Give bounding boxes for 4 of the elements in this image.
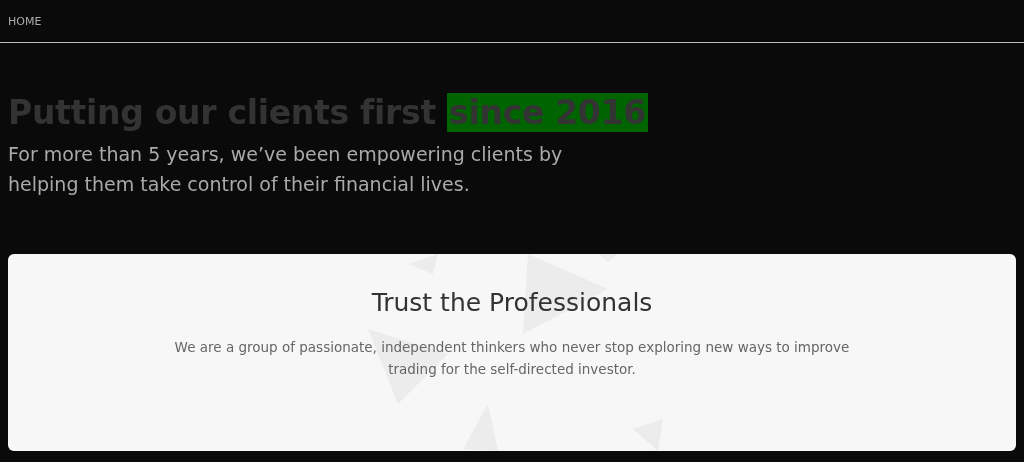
hero-text: For more than 5 years, we’ve been empowering clients by helping them take control of their financial lives.: [8, 142, 564, 197]
home-link[interactable]: HOME: [8, 15, 42, 28]
card-text: We are a group of passionate, independent thinkers who never stop exploring new ways to improve trading for the self-directed investor.: [173, 338, 851, 379]
card-title: Trust the Professionals: [370, 288, 654, 318]
